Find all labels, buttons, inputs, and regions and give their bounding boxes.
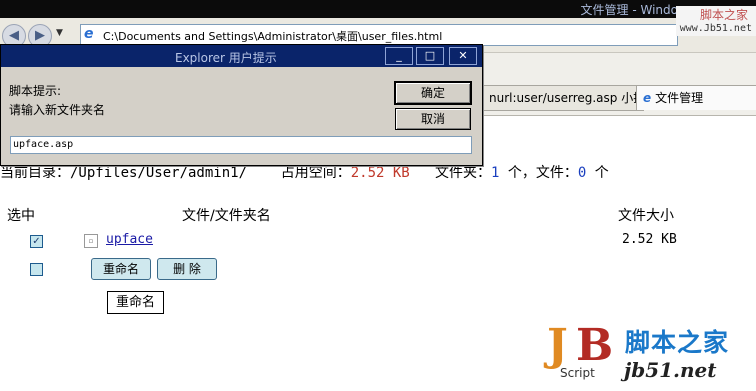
watermark-script: Script	[560, 366, 595, 380]
browser-title-bar: 文件管理 - Windo	[0, 0, 756, 18]
row-checkbox[interactable]: ✓	[30, 235, 43, 248]
ie-icon: e	[84, 26, 94, 42]
rename-button[interactable]: 重命名	[91, 258, 151, 280]
ok-button[interactable]: 确定	[394, 81, 472, 105]
folder-icon: ▫	[84, 234, 98, 248]
select-all-checkbox[interactable]	[30, 263, 43, 276]
maximize-button[interactable]: □	[416, 47, 444, 65]
cancel-button[interactable]: 取消	[395, 108, 471, 130]
column-header-select: 选中	[7, 208, 35, 224]
address-bar[interactable]: e C:\Documents and Settings\Administrato…	[80, 24, 678, 46]
file-link-upface[interactable]: upface	[106, 232, 153, 247]
watermark-url: jb51.net	[624, 358, 717, 382]
column-header-size: 文件大小	[618, 208, 674, 224]
history-dropdown-icon[interactable]: ▼	[56, 28, 63, 38]
file-size: 2.52 KB	[622, 232, 677, 247]
tab-label: nurl:user/userreg.asp 小提...	[489, 91, 644, 105]
watermark-logo-b: B	[576, 320, 614, 371]
folder-name-input[interactable]: upface.asp	[10, 136, 472, 154]
address-text[interactable]: C:\Documents and Settings\Administrator\…	[103, 28, 442, 44]
watermark-top-url: www.Jb51.net	[679, 23, 752, 34]
prompt-dialog: Explorer 用户提示 _ □ ✕ 脚本提示: 请输入新文件夹名 确定 取消…	[0, 44, 483, 166]
delete-button[interactable]: 删 除	[157, 258, 217, 280]
dialog-prompt-label: 脚本提示:	[9, 84, 62, 98]
current-dir-label: 当前目录：	[0, 165, 70, 181]
folders-count: 1	[491, 165, 500, 181]
folders-unit: 个，文件：	[507, 165, 578, 181]
files-count: 0	[577, 165, 587, 181]
dialog-title-bar[interactable]: Explorer 用户提示 _ □ ✕	[1, 45, 482, 67]
files-unit: 个	[594, 165, 609, 181]
folders-label: 文件夹：	[435, 165, 492, 181]
tab-userreg[interactable]: nurl:user/userreg.asp 小提...	[482, 85, 644, 111]
watermark-name: 脚本之家	[625, 328, 730, 357]
dialog-prompt-text: 请输入新文件夹名	[9, 103, 106, 117]
space-label: 占用空间：	[280, 165, 351, 181]
arrow-left-icon: ◀	[9, 28, 19, 43]
dialog-title: Explorer 用户提示	[175, 51, 277, 65]
close-button[interactable]: ✕	[449, 47, 477, 65]
close-icon: ✕	[458, 49, 468, 62]
current-dir: /Upfiles/User/admin1/	[70, 165, 248, 181]
watermark-top: 脚本之家 www.Jb51.net	[676, 6, 756, 36]
watermark-logo-j: J	[547, 320, 568, 371]
rename-tooltip: 重命名	[107, 291, 164, 314]
tab-label: 文件管理	[655, 91, 704, 105]
column-header-name: 文件/文件夹名	[182, 208, 271, 224]
maximize-icon: □	[424, 49, 436, 62]
window-title: 文件管理 - Windo	[580, 3, 678, 17]
watermark-top-name: 脚本之家	[699, 8, 748, 22]
ie-icon: e	[643, 91, 652, 105]
minimize-button[interactable]: _	[385, 47, 413, 65]
tab-file-manager[interactable]: e 文件管理	[636, 85, 756, 110]
space-value: 2.52 KB	[350, 165, 410, 181]
minimize-icon: _	[396, 49, 402, 62]
arrow-right-icon: ▶	[35, 28, 45, 43]
